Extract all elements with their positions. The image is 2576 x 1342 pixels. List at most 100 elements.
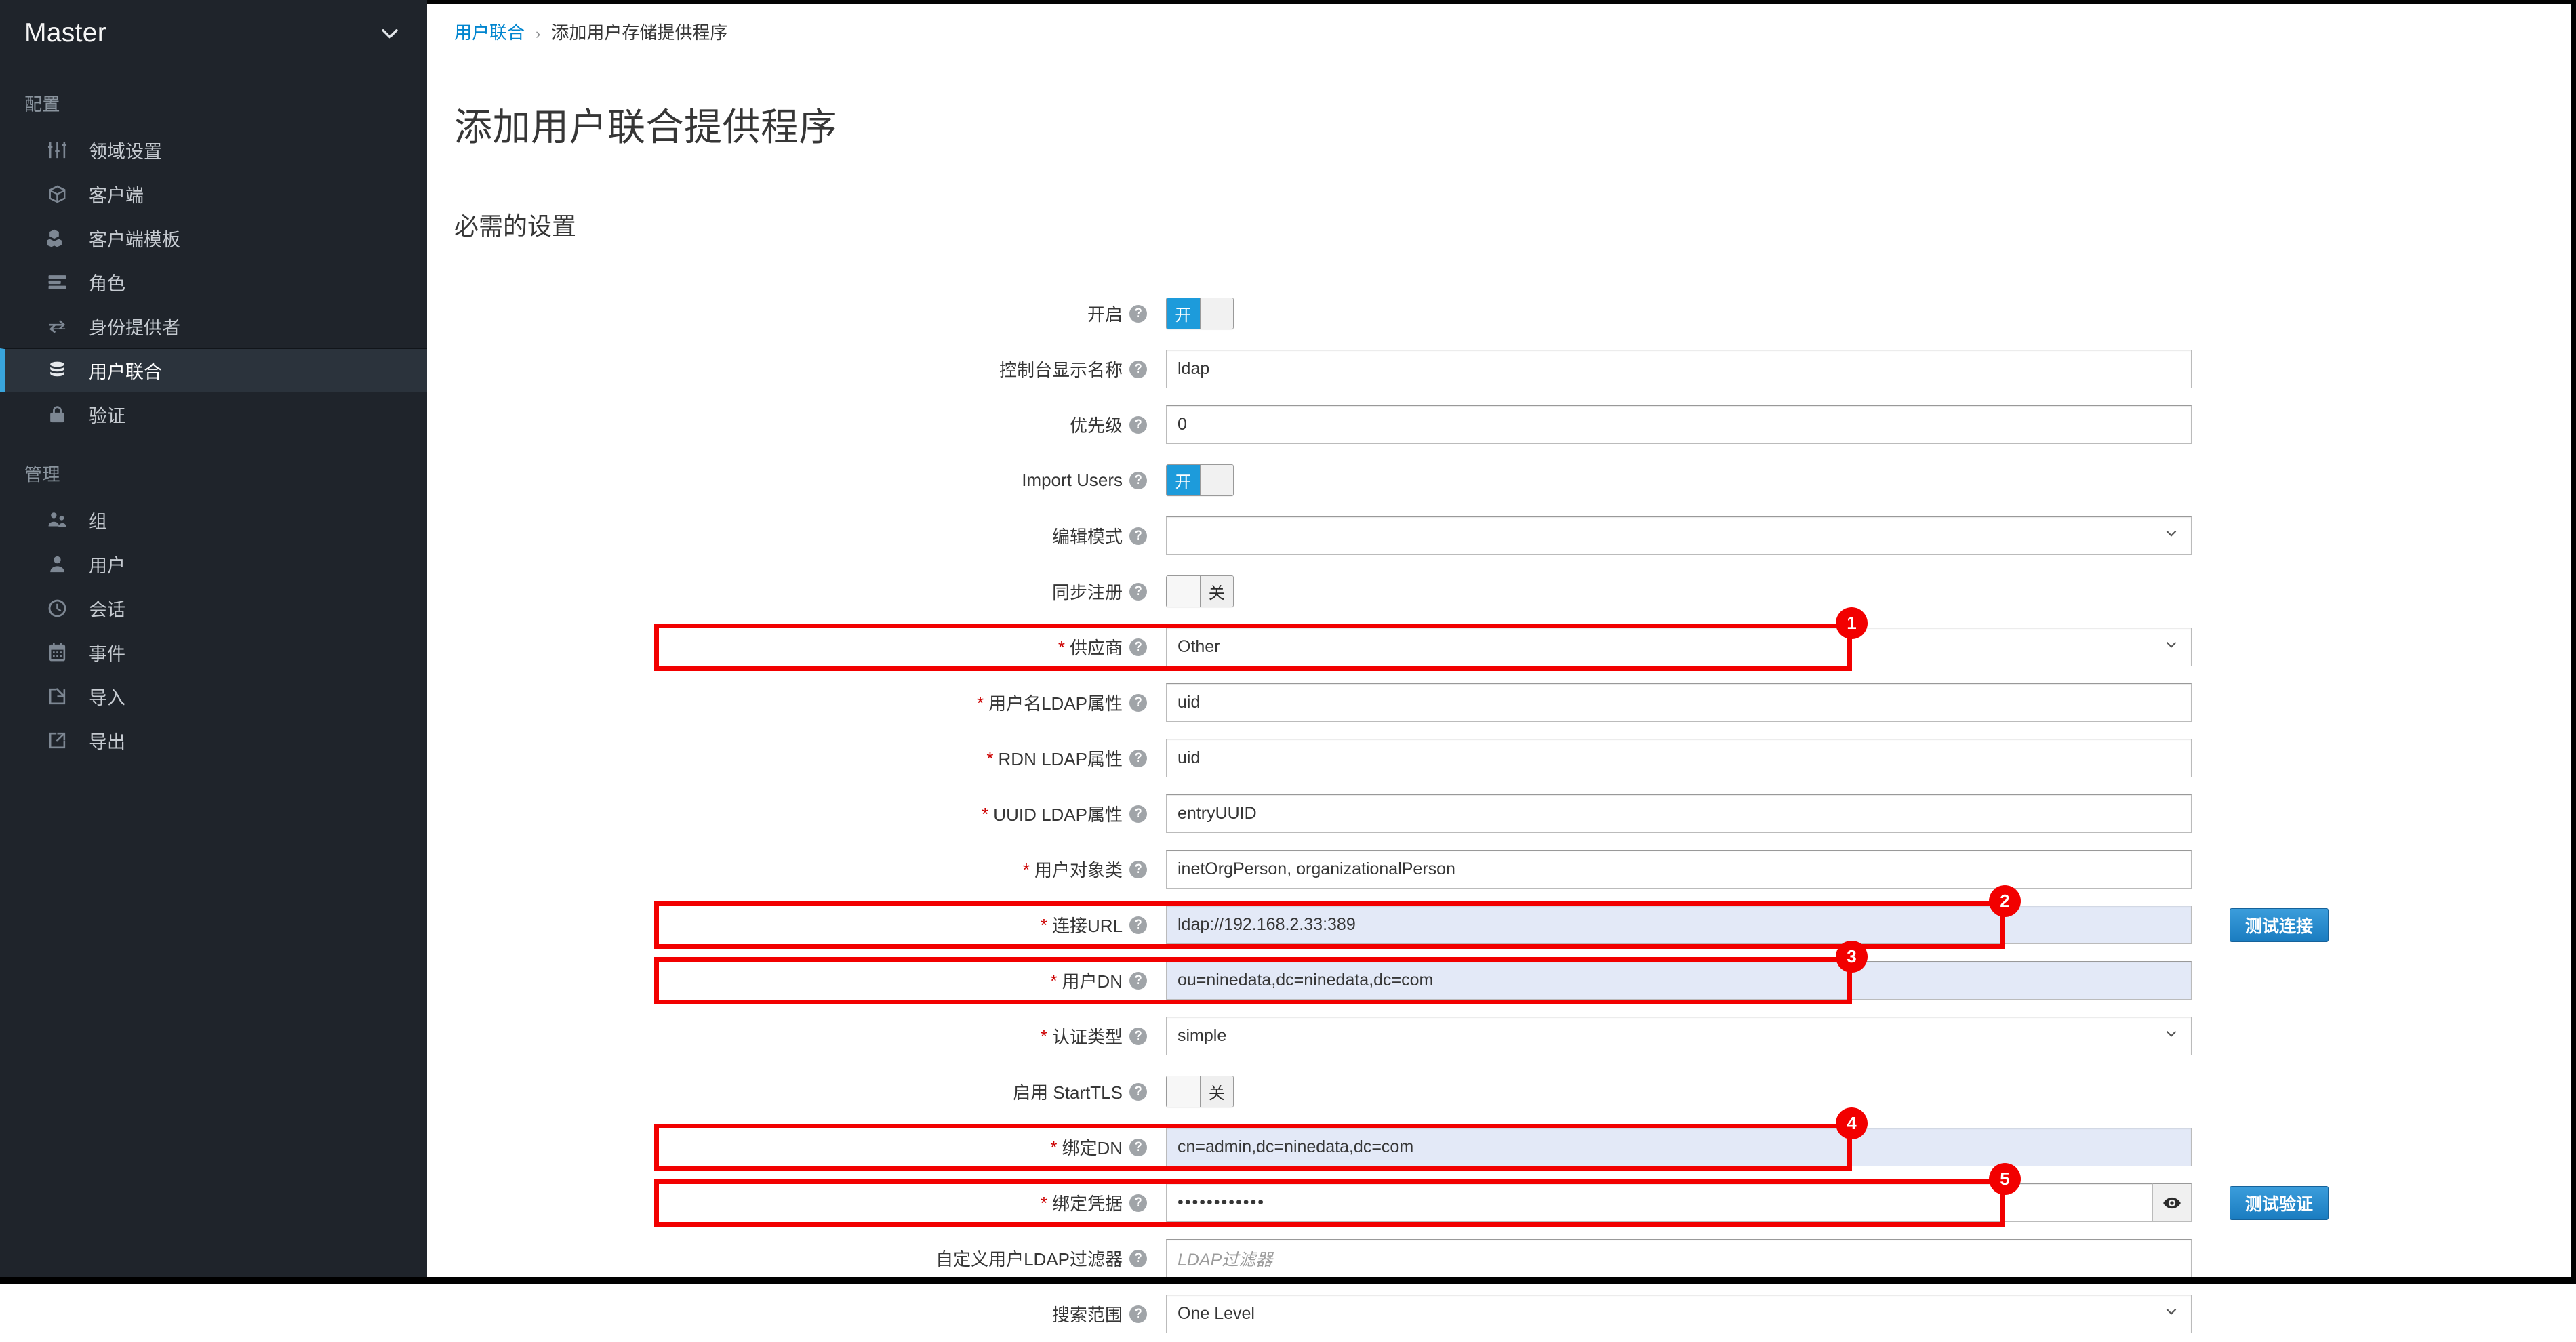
form-label-text: 优先级: [1069, 415, 1123, 436]
test-button[interactable]: 测试验证: [2230, 1185, 2329, 1220]
question-circle-icon[interactable]: ?: [1129, 582, 1147, 601]
cubes-icon: [47, 228, 78, 249]
import-icon: [47, 686, 78, 707]
form-row: * RDN LDAP属性? uid: [427, 731, 2576, 786]
form-label: * 绑定凭据?: [427, 1190, 1166, 1215]
sidebar-item-6-0[interactable]: 验证: [0, 392, 427, 436]
select-dropdown[interactable]: Other: [1166, 628, 2192, 667]
sidebar-nav: 配置 领域设置 客户端 客户端模板 角色 身份提供者 用户联合 验证 管理组用户 会话 事件 导入 导出: [0, 66, 427, 762]
sidebar-item-1-1[interactable]: 用户: [0, 542, 427, 586]
question-circle-icon[interactable]: ?: [1129, 1082, 1147, 1101]
toggle-switch[interactable]: 开关: [1166, 298, 1234, 330]
select-value: One Level: [1178, 1304, 1255, 1324]
form-label-text: 供应商: [1069, 638, 1123, 659]
chevron-down-icon: [2162, 525, 2180, 547]
select-dropdown[interactable]: One Level: [1166, 1295, 2192, 1334]
form-label: 同步注册?: [427, 579, 1166, 604]
toggle-off-label: 关: [1199, 298, 1233, 329]
toggle-on-label: 开: [1167, 465, 1200, 496]
text-input[interactable]: ou=ninedata,dc=ninedata,dc=com: [1166, 961, 2192, 1000]
sidebar-item-label: 领域设置: [89, 142, 162, 162]
question-circle-icon[interactable]: ?: [1129, 916, 1147, 934]
text-input[interactable]: ldap://192.168.2.33:389: [1166, 906, 2192, 945]
sidebar-item-2-1[interactable]: 会话: [0, 586, 427, 630]
required-asterisk: *: [1050, 1137, 1058, 1158]
question-circle-icon[interactable]: ?: [1129, 304, 1147, 323]
question-circle-icon[interactable]: ?: [1129, 1305, 1147, 1323]
text-input[interactable]: LDAP过滤器: [1166, 1239, 2192, 1278]
question-circle-icon[interactable]: ?: [1129, 1249, 1147, 1267]
toggle-off-label: 关: [1200, 576, 1233, 607]
breadcrumb-parent-link[interactable]: 用户联合: [454, 22, 525, 43]
sidebar-item-label: 导出: [89, 732, 125, 752]
section-title: 必需的设置: [454, 212, 577, 241]
question-circle-icon[interactable]: ?: [1129, 360, 1147, 378]
sidebar-item-4-1[interactable]: 导入: [0, 674, 427, 718]
calendar-icon: [47, 642, 78, 663]
form-label: 开启?: [427, 301, 1166, 326]
form-control: inetOrgPerson, organizationalPerson: [1166, 850, 2576, 889]
required-asterisk: *: [1022, 859, 1030, 880]
form-label: * 绑定DN?: [427, 1135, 1166, 1160]
export-icon: [47, 730, 78, 751]
sidebar-item-0-0[interactable]: 领域设置: [0, 128, 427, 172]
question-circle-icon[interactable]: ?: [1129, 415, 1147, 434]
question-circle-icon[interactable]: ?: [1129, 1138, 1147, 1156]
test-button[interactable]: 测试连接: [2230, 908, 2329, 942]
question-circle-icon[interactable]: ?: [1129, 749, 1147, 767]
question-circle-icon[interactable]: ?: [1129, 527, 1147, 545]
form-label: * 供应商?: [427, 634, 1166, 659]
form-row: * 用户名LDAP属性? uid: [427, 675, 2576, 731]
sidebar-item-5-0[interactable]: 用户联合: [0, 348, 427, 392]
form-label-text: UUID LDAP属性: [993, 805, 1123, 826]
toggle-switch[interactable]: 开关: [1166, 464, 1234, 497]
sidebar-item-label: 客户端模板: [89, 230, 180, 250]
select-dropdown[interactable]: [1166, 516, 2192, 556]
realm-selector[interactable]: Master: [0, 0, 427, 66]
form-control: One Level: [1166, 1295, 2576, 1334]
lock-icon: [47, 404, 78, 425]
breadcrumb-current: 添加用户存储提供程序: [551, 22, 728, 43]
question-circle-icon[interactable]: ?: [1129, 805, 1147, 823]
text-input[interactable]: 0: [1166, 405, 2192, 445]
select-dropdown[interactable]: simple: [1166, 1017, 2192, 1056]
question-circle-icon[interactable]: ?: [1129, 471, 1147, 489]
cube-icon: [47, 184, 78, 205]
form-control: simple: [1166, 1017, 2576, 1056]
form-control: 0: [1166, 405, 2576, 445]
sidebar-item-4-0[interactable]: 身份提供者: [0, 304, 427, 348]
question-circle-icon[interactable]: ?: [1129, 1027, 1147, 1045]
text-input[interactable]: entryUUID: [1166, 794, 2192, 834]
form-control: ou=ninedata,dc=ninedata,dc=com: [1166, 961, 2576, 1000]
form-label-text: 绑定DN: [1062, 1138, 1123, 1159]
breadcrumb: 用户联合 › 添加用户存储提供程序: [427, 0, 2576, 44]
text-input[interactable]: inetOrgPerson, organizationalPerson: [1166, 850, 2192, 889]
sidebar-item-0-1[interactable]: 组: [0, 498, 427, 542]
toggle-switch[interactable]: 开关: [1166, 575, 1234, 608]
sidebar-item-3-1[interactable]: 事件: [0, 630, 427, 674]
question-circle-icon[interactable]: ?: [1129, 693, 1147, 712]
form-row: Import Users?开关: [427, 453, 2576, 508]
sidebar-item-2-0[interactable]: 客户端模板: [0, 216, 427, 260]
text-input[interactable]: uid: [1166, 683, 2192, 723]
form-control: ldap: [1166, 350, 2576, 389]
toggle-switch[interactable]: 开关: [1166, 1076, 1234, 1108]
sidebar-item-label: 客户端: [89, 186, 144, 206]
sidebar-item-label: 身份提供者: [89, 318, 180, 338]
sidebar-item-1-0[interactable]: 客户端: [0, 172, 427, 216]
question-circle-icon[interactable]: ?: [1129, 860, 1147, 878]
text-input[interactable]: uid: [1166, 739, 2192, 778]
form-row: * 用户对象类? inetOrgPerson, organizationalPers…: [427, 842, 2576, 897]
text-input[interactable]: cn=admin,dc=ninedata,dc=com: [1166, 1128, 2192, 1167]
question-circle-icon[interactable]: ?: [1129, 1194, 1147, 1212]
form-label-text: 编辑模式: [1051, 527, 1123, 548]
sidebar-item-5-1[interactable]: 导出: [0, 718, 427, 762]
sidebar-item-3-0[interactable]: 角色: [0, 260, 427, 304]
question-circle-icon[interactable]: ?: [1129, 638, 1147, 656]
required-asterisk: *: [976, 692, 984, 713]
form-label: 编辑模式?: [427, 523, 1166, 548]
eye-icon[interactable]: [2152, 1183, 2192, 1223]
question-circle-icon[interactable]: ?: [1129, 971, 1147, 990]
password-input[interactable]: ••••••••••••: [1166, 1183, 2152, 1223]
text-input[interactable]: ldap: [1166, 350, 2192, 389]
